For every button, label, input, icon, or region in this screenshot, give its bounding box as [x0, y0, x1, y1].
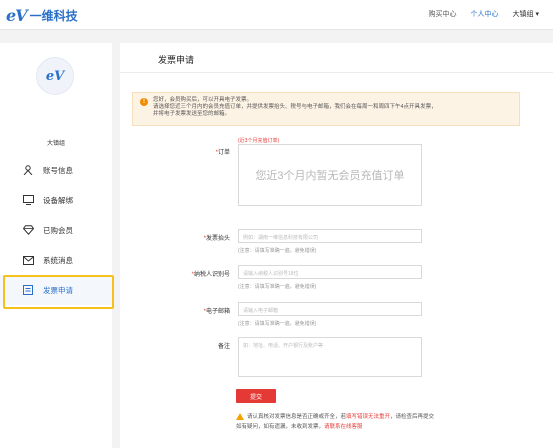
sidebar-item-account[interactable]: 账号信息: [0, 155, 112, 185]
sidebar-item-messages[interactable]: 系统消息: [0, 245, 112, 275]
username: 大镇组: [46, 141, 65, 147]
logo-mark: eV: [6, 6, 28, 25]
email-label: *电子邮箱: [203, 309, 230, 315]
tax-id-note: (注意：请填写准确一遍，避免错误): [238, 284, 317, 290]
sidebar-item-label: 账号信息: [43, 165, 73, 175]
notice-line: 您好，会员购买后，可以开具电子发票。: [153, 97, 253, 103]
online-service-link[interactable]: 请联系在线客服: [324, 424, 363, 430]
order-label: *订单: [215, 150, 230, 156]
warning-triangle-icon: [236, 413, 244, 421]
email-note: (注意：请填写准确一遍，避免错误): [238, 321, 317, 327]
mail-icon: [22, 254, 34, 266]
submit-button[interactable]: 提交: [236, 389, 276, 403]
info-notice: ! 您好，会员购买后，可以开具电子发票。 请选择您近三个月内的会员充值订单，并提…: [132, 92, 520, 126]
page-title: 发票申请: [120, 43, 553, 73]
avatar: eV: [36, 57, 74, 95]
logo-text: 一维科技: [29, 9, 78, 23]
user-dropdown[interactable]: 大镇组 ▾: [513, 9, 539, 19]
invoice-icon: [22, 284, 34, 296]
sidebar-item-label: 发票申请: [43, 285, 73, 295]
avatar-logo: eV: [45, 68, 65, 84]
notice-line: 并将电子发票发送至您的邮箱。: [153, 111, 231, 117]
sidebar-item-device[interactable]: 设备解绑: [0, 185, 112, 215]
sidebar-item-label: 已购会员: [43, 225, 73, 235]
email-input[interactable]: 请输入电子邮箱: [238, 302, 422, 316]
person-icon: [22, 164, 34, 176]
sidebar-item-invoice[interactable]: 发票申请: [0, 275, 114, 309]
invoice-title-label: *发票抬头: [203, 236, 230, 242]
invoice-title-input[interactable]: 例如：湖南一维信息科技有限公司: [238, 229, 422, 243]
sidebar-item-label: 系统消息: [43, 255, 73, 265]
warning-icon: !: [140, 98, 148, 106]
notice-line: 请选择您近三个月内的会员充值订单，并提供发票抬头、税号与电子邮箱，我们会在每周一…: [153, 104, 437, 110]
diamond-icon: [22, 224, 34, 236]
top-navbar: eV 一维科技 购买中心 个人中心 大镇组 ▾: [0, 0, 553, 30]
sidebar-item-label: 设备解绑: [43, 195, 73, 205]
nav-personal-center[interactable]: 个人中心: [471, 9, 499, 19]
tax-id-label: *纳税人识别号: [191, 272, 230, 278]
order-list-empty[interactable]: 您近3个月内暂无会员充值订单: [238, 144, 422, 206]
nav-buy-center[interactable]: 购买中心: [429, 9, 457, 19]
sidebar-item-membership[interactable]: 已购会员: [0, 215, 112, 245]
invoice-title-note: (注意：请填写准确一遍，避免错误): [238, 248, 317, 254]
top-nav: 购买中心 个人中心 大镇组 ▾: [415, 9, 539, 19]
sidebar: eV 大镇组 账号信息 设备解绑 已购会员 系统消息 发票申请: [0, 43, 114, 448]
main-panel: 发票申请 ! 您好，会员购买后，可以开具电子发票。 请选择您近三个月内的会员充值…: [120, 43, 553, 448]
footer-warning: 请认真核对发票信息是否正确或齐全，若填写错误无法重开，请检查后再提交 如有疑问，…: [236, 413, 435, 430]
tax-id-input[interactable]: 请输入纳税人识别号18位: [238, 265, 422, 279]
sidebar-menu: 账号信息 设备解绑 已购会员 系统消息 发票申请: [0, 155, 114, 309]
order-hint: (近3个月充值订单): [238, 138, 280, 144]
brand-logo[interactable]: eV 一维科技: [6, 6, 78, 25]
monitor-icon: [22, 194, 34, 206]
remark-label: 备注: [217, 344, 230, 350]
remark-textarea[interactable]: 如：地址、电话、开户银行及账户等: [238, 337, 422, 377]
